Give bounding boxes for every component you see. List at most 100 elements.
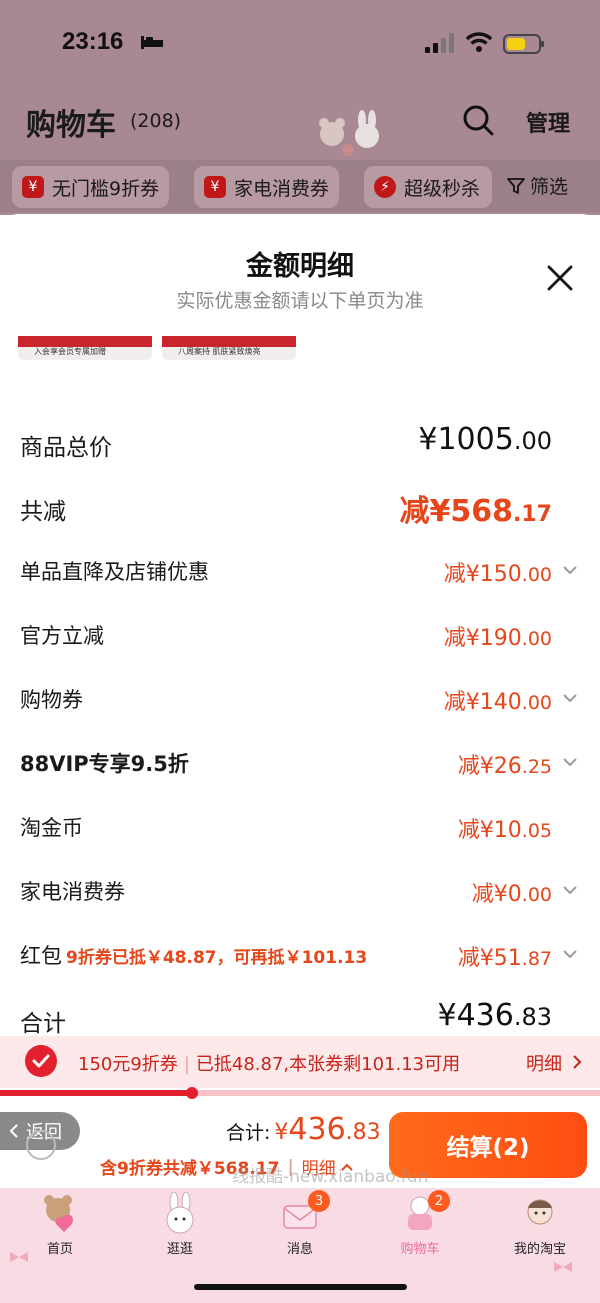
amount-prefix: 减¥ [457, 754, 494, 779]
amount-int: 190 [479, 626, 522, 651]
chevron-down-icon[interactable] [562, 948, 578, 960]
amount-dec: .83 [513, 1003, 552, 1031]
funnel-icon [507, 177, 525, 194]
row-shopping-coupon[interactable]: 购物券 减¥ 140.00 [0, 678, 600, 718]
amount-int: 10 [493, 818, 522, 843]
chevron-left-icon [9, 1124, 18, 1138]
coupon-name: 150元9折券 [78, 1054, 178, 1075]
coupon-status: 已抵48.87,本张券剩101.13可用 [195, 1054, 461, 1075]
tab-label: 我的淘宝 [513, 1242, 566, 1257]
amount-int: 568 [450, 494, 514, 529]
row-appliance-coupon[interactable]: 家电消费券 减¥ 0.00 [0, 870, 600, 910]
row-label: 家电消费券 [20, 880, 125, 904]
row-label-text: 红包 [20, 944, 62, 968]
total-label: 合计: [226, 1122, 271, 1144]
row-taojinbi: 淘金币 减¥ 10.05 [0, 806, 600, 846]
row-amount: 减¥ 26.25 [458, 748, 552, 780]
amount-prefix: 减¥ [471, 882, 508, 907]
amount-int: 140 [479, 690, 522, 715]
amount-prefix: 减¥ [443, 626, 480, 651]
coupon-strip[interactable]: 150元9折券 | 已抵48.87,本张券剩101.13可用 明细 [0, 1036, 600, 1088]
row-amount: 减¥ 140.00 [444, 684, 552, 716]
filter-chip-discount-coupon[interactable]: ¥ 无门槛9折券 [12, 166, 170, 208]
row-label: 官方立减 [20, 624, 104, 648]
coupon-text: 150元9折券 | 已抵48.87,本张券剩101.13可用 [78, 1054, 461, 1075]
filter-chip-label: 超级秒杀 [404, 177, 481, 200]
select-all-checkbox[interactable] [26, 1130, 56, 1160]
amount-int: 150 [479, 562, 522, 587]
amount-int: 0 [507, 882, 522, 907]
search-icon[interactable] [462, 104, 494, 136]
filter-button-label: 筛选 [530, 176, 569, 198]
tab-label: 消息 [286, 1242, 313, 1257]
row-amount: 减¥ 51.87 [458, 940, 552, 972]
row-label: 淘金币 [20, 816, 83, 840]
tab-home[interactable]: 首页 [10, 1192, 110, 1262]
tab-cart[interactable]: 2 购物车 [370, 1190, 470, 1262]
amount-int: 51 [493, 946, 522, 971]
tab-label: 首页 [46, 1242, 73, 1257]
status-time: 23:16 [62, 28, 124, 55]
row-label: 88VIP专享9.5折 [20, 752, 189, 776]
tab-messages[interactable]: 3 消息 [250, 1190, 350, 1262]
amount-dec: .05 [521, 820, 552, 842]
background-app: 23:16 购物车 (208) 管理 ¥ 无门槛9折券 ¥ 家电消费券 ⚡ 超级… [0, 0, 600, 215]
total-dec: .83 [345, 1120, 381, 1145]
amount-int: 26 [493, 754, 522, 779]
cell-signal-icon [425, 33, 454, 53]
filter-button[interactable]: 筛选 [506, 172, 568, 199]
row-amount: 减¥ 0.00 [472, 876, 552, 908]
manage-button[interactable]: 管理 [526, 106, 570, 138]
row-official-discount: 官方立减 减¥ 190.00 [0, 614, 600, 654]
progress-fill [0, 1090, 192, 1096]
chevron-down-icon[interactable] [562, 692, 578, 704]
close-icon[interactable] [546, 264, 574, 292]
filter-chip-label: 无门槛9折券 [52, 177, 160, 200]
amount-dec: .25 [521, 756, 552, 778]
profile-icon [527, 1199, 553, 1225]
notification-badge: 2 [428, 1190, 450, 1212]
promo-banner-text: 入会享会员专属加赠 [34, 347, 106, 356]
amount-prefix: 减¥ [399, 494, 451, 529]
row-label: 单品直降及店铺优惠 [20, 560, 209, 584]
row-vip-discount[interactable]: 88VIP专享9.5折 减¥ 26.25 [0, 742, 600, 782]
amount-dec: .00 [521, 692, 552, 714]
chevron-down-icon[interactable] [562, 756, 578, 768]
battery-icon [503, 34, 544, 54]
row-label: 购物券 [20, 688, 83, 712]
row-amount: ¥436.83 [437, 998, 552, 1033]
amount-prefix: ¥ [418, 422, 438, 457]
filter-chip-appliance-coupon[interactable]: ¥ 家电消费券 [194, 166, 340, 208]
promo-banner[interactable]: 入会享会员专属加赠 [18, 336, 152, 360]
row-amount: 减¥ 10.05 [458, 812, 552, 844]
yen-coupon-icon: ¥ [204, 176, 226, 198]
promo-banner[interactable]: 八周案持 肌肤紧致焕亮 [162, 336, 296, 360]
row-amount: 减¥ 190.00 [444, 620, 552, 652]
sleep-mode-icon [141, 36, 163, 49]
sheet-title: 金额明细 [246, 251, 354, 282]
watermark: 线报酷-new.xianbao.fun [232, 1167, 429, 1187]
amount-prefix: 减¥ [457, 818, 494, 843]
tab-profile[interactable]: 我的淘宝 [490, 1192, 590, 1262]
bow-decoration-icon [554, 1262, 572, 1272]
home-indicator [194, 1284, 407, 1290]
row-amount: 减¥ 150.00 [444, 556, 552, 588]
row-label: 共减 [20, 499, 66, 525]
row-store-discount[interactable]: 单品直降及店铺优惠 减¥ 150.00 [0, 550, 600, 590]
chevron-down-icon[interactable] [562, 564, 578, 576]
check-circle-icon[interactable] [24, 1044, 58, 1078]
chevron-right-icon[interactable] [572, 1054, 582, 1070]
row-total-reduce: 共减 减¥ 568.17 [0, 486, 600, 529]
amount-dec: .00 [521, 628, 552, 650]
coupon-detail-link[interactable]: 明细 [526, 1050, 562, 1076]
total-currency: ¥ [274, 1120, 289, 1145]
total-line: 合计: ¥ 436 .83 [226, 1112, 381, 1147]
total-int: 436 [288, 1112, 346, 1147]
tab-label: 逛逛 [166, 1242, 193, 1257]
chevron-down-icon[interactable] [562, 884, 578, 896]
filter-chip-flash-sale[interactable]: ⚡ 超级秒杀 [364, 166, 492, 208]
coupon-progress-bar [0, 1087, 600, 1099]
row-red-packet[interactable]: 红包 9折券已抵￥48.87，可再抵￥101.13 减¥ 51.87 [0, 934, 600, 974]
progress-knob [186, 1087, 198, 1099]
tab-browse[interactable]: 逛逛 [130, 1192, 230, 1262]
